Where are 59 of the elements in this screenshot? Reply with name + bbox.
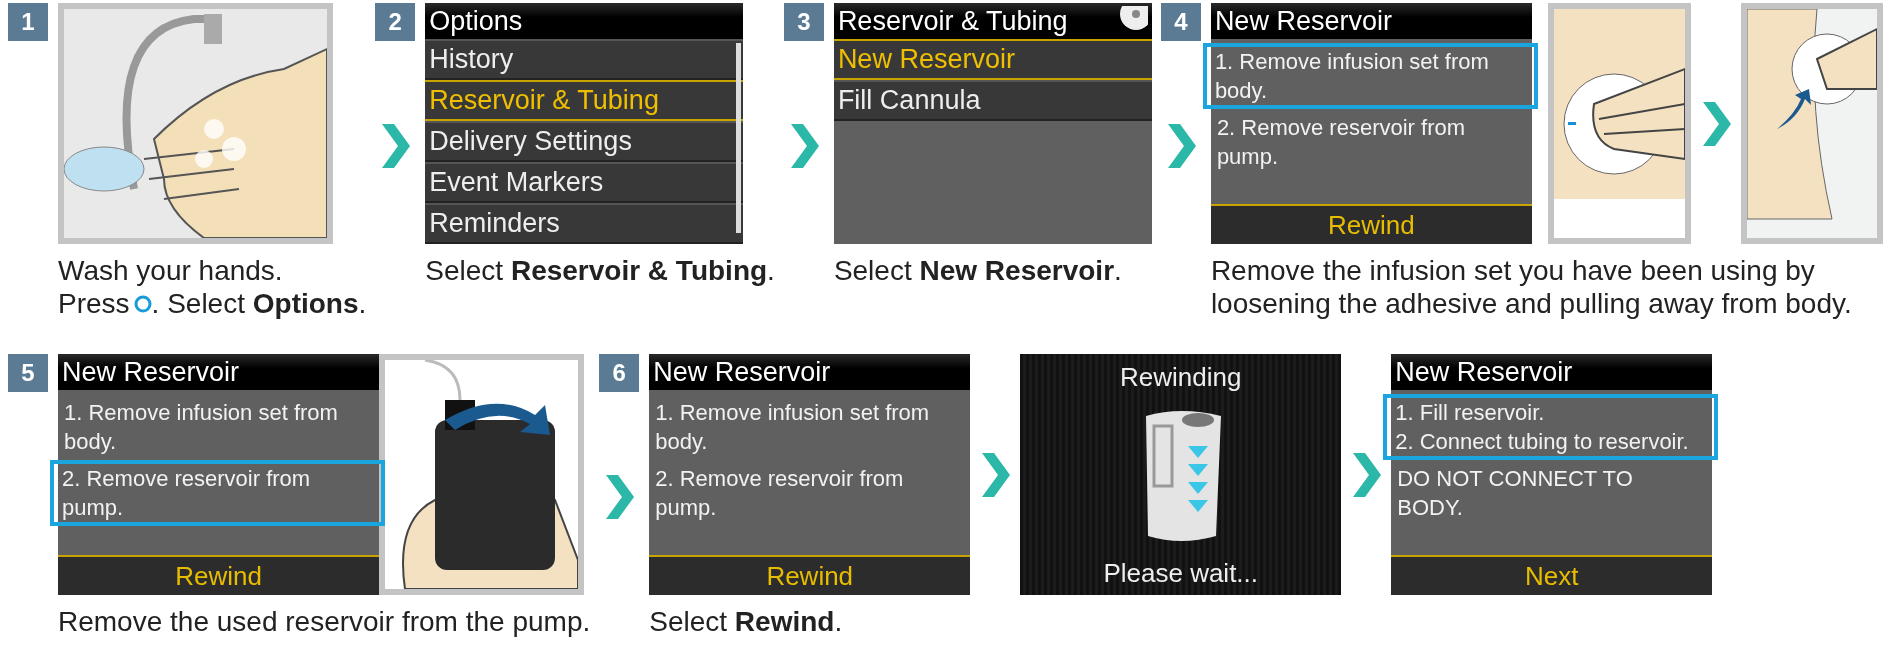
caption-text: Select Reservoir & Tubing.	[425, 254, 775, 287]
chevron-arrow-icon	[788, 124, 819, 168]
message-text: pump.	[62, 494, 124, 522]
message-text: body.	[655, 428, 708, 456]
step-number: 1	[8, 3, 48, 41]
caption-text: Remove the infusion set you have been using by	[1210, 254, 1815, 287]
step-number: 6	[599, 354, 640, 392]
menu-item[interactable]: Delivery Settings	[425, 121, 744, 162]
screen-title: New Reservoir	[1214, 5, 1392, 37]
caption-text: Select Rewind.	[649, 605, 843, 638]
screen-title: Rewinding	[1120, 362, 1242, 393]
caption-text: Remove the used reservoir from the pump.	[58, 605, 591, 638]
message-text: 1. Remove infusion set from	[1214, 48, 1489, 76]
screen-title: Reservoir & Tubing	[837, 5, 1068, 37]
message-text: 2. Remove reservoir from	[62, 465, 311, 493]
step-number: 3	[783, 3, 824, 41]
menu-item[interactable]: Fill Cannula	[833, 80, 1152, 121]
menu-item[interactable]: History	[425, 39, 744, 80]
chevron-arrow-icon	[1700, 101, 1731, 146]
softkey-button[interactable]: Rewind	[58, 555, 379, 595]
screen-title: New Reservoir	[1395, 356, 1573, 388]
circle-button-icon	[133, 294, 152, 313]
caption-text: Select New Reservoir.	[833, 254, 1122, 287]
caption-text: Press	[58, 287, 130, 320]
message-text: DO NOT CONNECT TO	[1397, 465, 1633, 493]
message-text: 1. Fill reservoir.	[1395, 399, 1545, 427]
softkey-button[interactable]: Next	[1391, 555, 1713, 595]
message-text: pump.	[655, 494, 717, 522]
message-text: body.	[1214, 77, 1268, 105]
caption-text: Wash your hands.	[58, 254, 283, 287]
step-number: 4	[1160, 3, 1201, 41]
caption-text: loosening the adhesive and pulling away from body.	[1210, 287, 1852, 320]
menu-item[interactable]: Event Markers	[425, 162, 744, 203]
message-text: body.	[64, 428, 117, 456]
menu-item[interactable]: Reservoir & Tubing	[425, 80, 744, 121]
step-number: 2	[375, 3, 416, 41]
status-text: Please wait...	[1103, 558, 1259, 589]
softkey-button[interactable]: Rewind	[649, 555, 971, 595]
menu-item[interactable]: Reminders	[425, 203, 744, 244]
message-text: BODY.	[1397, 494, 1463, 522]
screen-title: Options	[429, 5, 523, 37]
step-number: 5	[8, 354, 48, 392]
message-text: 1. Remove infusion set from	[655, 399, 930, 427]
softkey-button[interactable]: Rewind	[1210, 204, 1532, 244]
scrollbar[interactable]	[736, 43, 742, 233]
chevron-arrow-icon	[1165, 124, 1196, 168]
chevron-arrow-icon	[380, 124, 411, 168]
chevron-arrow-icon	[604, 475, 635, 519]
message-text: 2. Remove reservoir from	[1216, 114, 1466, 142]
message-text: pump.	[1216, 143, 1279, 171]
screen-title: New Reservoir	[653, 356, 831, 388]
message-text: 1. Remove infusion set from	[64, 399, 338, 427]
message-text: 2. Connect tubing to reservoir.	[1395, 428, 1689, 456]
chevron-arrow-icon	[1351, 452, 1382, 497]
screen-title: New Reservoir	[62, 356, 240, 388]
message-text: 2. Remove reservoir from	[655, 465, 904, 493]
caption-text: . Select Options.	[151, 287, 367, 320]
menu-item[interactable]: New Reservoir	[833, 39, 1152, 80]
chevron-arrow-icon	[980, 452, 1011, 497]
